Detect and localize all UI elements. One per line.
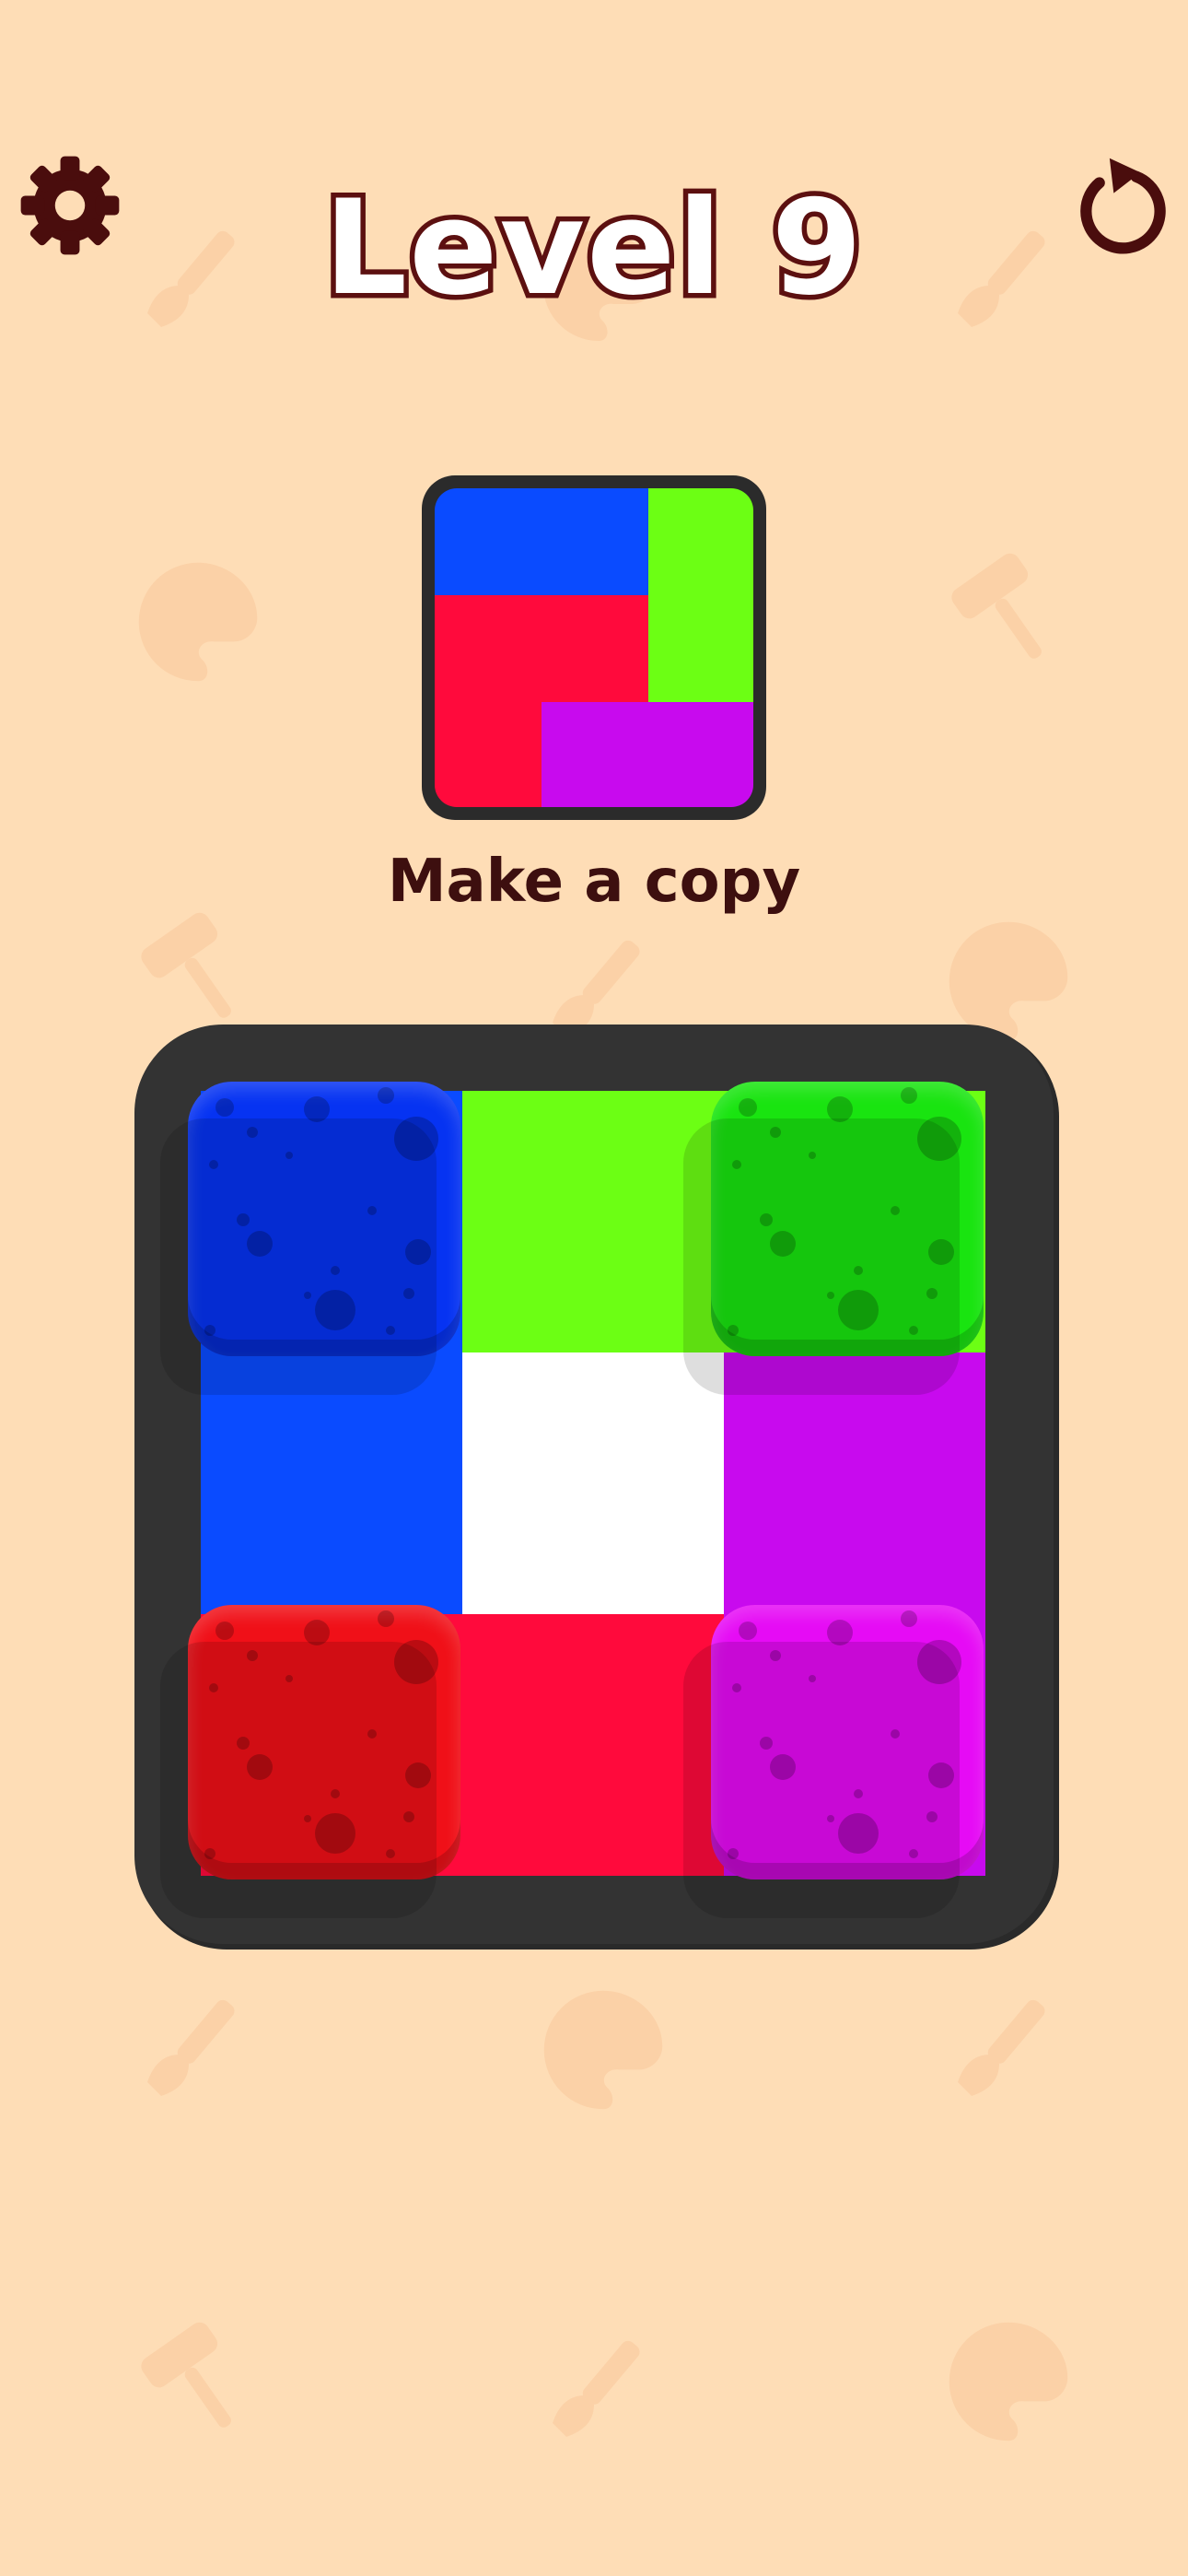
magenta-block-shadow <box>683 1642 960 1918</box>
bg-roller-icon <box>129 2313 267 2451</box>
target-region-green <box>648 488 753 702</box>
bg-roller-icon <box>129 903 267 1041</box>
bg-brush-icon <box>939 1981 1068 2110</box>
bg-roller-icon <box>939 544 1077 682</box>
red-block-shadow <box>160 1642 437 1918</box>
target-region-purple <box>542 702 753 807</box>
bg-palette-icon <box>939 2313 1077 2451</box>
bg-palette-icon <box>129 553 267 691</box>
board-cell-white[interactable] <box>462 1352 724 1614</box>
level-title: Level 9 <box>319 170 868 327</box>
bg-brush-icon <box>129 1981 258 2110</box>
target-pattern-grid <box>435 488 753 807</box>
instruction-text: Make a copy <box>387 848 801 916</box>
bg-brush-icon <box>534 2322 663 2451</box>
target-pattern <box>422 475 766 820</box>
blue-block-shadow <box>160 1118 437 1395</box>
bg-palette-icon <box>534 1981 672 2119</box>
green-block-shadow <box>683 1118 960 1395</box>
target-region-blue <box>435 488 648 595</box>
